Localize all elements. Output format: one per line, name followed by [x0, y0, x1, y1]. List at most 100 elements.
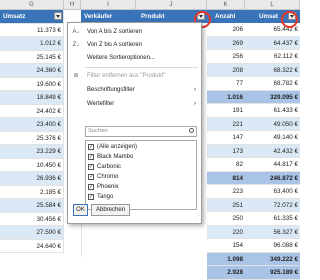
label-filter-label: Beschriftungsfilter	[87, 87, 135, 93]
table-cell[interactable]: 19.600 €	[0, 77, 64, 91]
menu-separator	[85, 67, 198, 68]
table-row[interactable]: 223 63.400 €	[207, 185, 300, 199]
anzahl-header[interactable]: Anzahl	[215, 10, 235, 23]
table-cell[interactable]: 26.936 €	[0, 172, 64, 186]
count-cell: 208	[232, 66, 243, 74]
sort-descending-icon: Z↓	[72, 42, 80, 48]
column-header-j[interactable]: J	[136, 0, 207, 10]
table-cell[interactable]: 24.402 €	[0, 104, 64, 118]
column-header-k[interactable]: K	[207, 0, 245, 10]
umsatz-header-label: Umsatz	[3, 13, 26, 20]
ok-button[interactable]: OK	[73, 204, 88, 216]
table-cell[interactable]: 1.012 €	[0, 37, 64, 51]
grand-total-row[interactable]: 2.928 925.189 €	[207, 266, 300, 280]
revenue-cell: 42.432 €	[273, 147, 298, 155]
revenue-cell: 61.433 €	[273, 107, 298, 114]
table-cell[interactable]: 25.145 €	[0, 50, 64, 64]
table-row[interactable]: 269 64.437 €	[207, 36, 300, 50]
revenue-cell: 96.088 €	[273, 242, 298, 249]
revenue-cell: 68.322 €	[273, 66, 298, 74]
table-row[interactable]: 82 44.817 €	[207, 158, 300, 172]
revenue-cell: 56.327 €	[273, 228, 298, 236]
table-cell[interactable]: 25.584 €	[0, 199, 64, 213]
subtotal-row[interactable]: 814 246.872 €	[207, 171, 300, 185]
table-cell[interactable]: 24.640 €	[0, 239, 64, 253]
count-cell: 221	[232, 120, 243, 128]
table-row[interactable]: 191 61.433 €	[207, 104, 300, 118]
revenue-cell: 64.437 €	[273, 39, 298, 47]
cancel-button[interactable]: Abbrechen	[91, 204, 130, 216]
filter-dropdown-icon[interactable]	[54, 12, 62, 20]
checkbox-checked-icon[interactable]: ✓	[88, 184, 94, 190]
umsatz-header[interactable]: Umsat	[259, 10, 278, 23]
count-cell: 77	[235, 80, 243, 87]
filter-option-label: Tango	[97, 194, 114, 200]
filter-option-label: Black Mambo	[97, 154, 134, 160]
search-input[interactable]: Suchen	[85, 126, 197, 137]
sort-a-to-z-item[interactable]: A↓ Von A bis Z sortieren	[68, 27, 201, 38]
revenue-cell: 62.112 €	[273, 53, 298, 60]
table-cell[interactable]: 23.400 €	[0, 118, 64, 132]
subtotal-row[interactable]: 1.098 349.222 €	[207, 252, 300, 266]
table-cell[interactable]: 23.229 €	[0, 145, 64, 159]
checkbox-checked-icon[interactable]: ✓	[88, 144, 94, 150]
table-cell[interactable]: 24.360 €	[0, 64, 64, 78]
revenue-cell: 63.400 €	[273, 188, 298, 195]
pivot-rows: 206 65.442 € 269 64.437 € 256 62.112 € 208 6…	[207, 23, 300, 280]
count-cell: 191	[232, 107, 243, 114]
column-header-l[interactable]: L	[245, 0, 300, 10]
filter-dropdown-menu: A↓ Von A bis Z sortieren Z↓ Von Z bis A …	[67, 22, 202, 224]
checkbox-checked-icon[interactable]: ✓	[88, 174, 94, 180]
column-header-h[interactable]: H	[64, 0, 81, 10]
count-cell: 223	[232, 188, 243, 195]
count-cell: 814	[232, 174, 243, 182]
table-row[interactable]: 256 62.112 €	[207, 50, 300, 64]
table-cell[interactable]: 18.849 €	[0, 91, 64, 105]
table-row[interactable]: 221 49.050 €	[207, 117, 300, 131]
table-row[interactable]: 173 42.432 €	[207, 144, 300, 158]
column-header-i[interactable]: I	[81, 0, 136, 10]
table-row[interactable]: 77 68.782 €	[207, 77, 300, 91]
label-filter-item[interactable]: Beschriftungsfilter ›	[68, 85, 201, 96]
filter-value-list: ✓ (Alle anzeigen) ✓ Black Mambo ✓ Carbon…	[85, 140, 197, 210]
count-cell: 250	[232, 215, 243, 222]
table-cell[interactable]: 25.376 €	[0, 131, 64, 145]
verkaeufer-header[interactable]: Verkäufer	[84, 13, 112, 20]
resize-grip-icon[interactable]: ⋰	[194, 215, 199, 221]
umsatz-header-cell[interactable]: Umsatz	[0, 10, 64, 24]
table-cell[interactable]: 30.456 €	[0, 212, 64, 226]
table-cell[interactable]: 11.373 €	[0, 23, 64, 37]
sort-z-to-a-item[interactable]: Z↓ Von Z bis A sortieren	[68, 40, 201, 51]
table-row[interactable]: 250 61.335 €	[207, 212, 300, 226]
more-sort-options-label: Weitere Sortieroptionen...	[87, 55, 155, 61]
table-cell[interactable]: 27.500 €	[0, 226, 64, 240]
checkbox-checked-icon[interactable]: ✓	[88, 164, 94, 170]
revenue-cell: 329.095 €	[269, 93, 298, 101]
subtotal-row[interactable]: 1.016 329.095 €	[207, 90, 300, 104]
table-cell[interactable]: 10.450 €	[0, 158, 64, 172]
table-row[interactable]: 208 68.322 €	[207, 63, 300, 77]
checkbox-checked-icon[interactable]: ✓	[88, 194, 94, 200]
clear-filter-label: Filter entfernen aus "Produkt"	[87, 73, 166, 79]
search-icon	[189, 128, 194, 133]
count-cell: 82	[235, 161, 243, 168]
revenue-cell: 72.072 €	[273, 201, 298, 209]
checkbox-checked-icon[interactable]: ✓	[88, 154, 94, 160]
value-filter-item[interactable]: Wertefilter ›	[68, 99, 201, 110]
column-header-g[interactable]: G	[0, 0, 64, 10]
table-row[interactable]: 220 56.327 €	[207, 225, 300, 239]
table-row[interactable]: 147 49.140 €	[207, 131, 300, 145]
sort-z-to-a-label: Von Z bis A sortieren	[87, 42, 143, 48]
more-sort-options-item[interactable]: Weitere Sortieroptionen...	[68, 53, 201, 64]
table-row[interactable]: 154 96.088 €	[207, 239, 300, 253]
count-cell: 251	[232, 201, 243, 209]
chevron-right-icon: ›	[194, 101, 196, 107]
count-cell: 154	[232, 242, 243, 249]
table-cell[interactable]: 2.185 €	[0, 185, 64, 199]
highlight-circle	[281, 11, 298, 28]
filter-option-label: (Alle anzeigen)	[97, 144, 138, 150]
table-row[interactable]: 251 72.072 €	[207, 198, 300, 212]
count-cell: 1.016	[227, 93, 243, 101]
revenue-cell: 246.872 €	[269, 174, 298, 182]
count-cell: 173	[232, 147, 243, 155]
